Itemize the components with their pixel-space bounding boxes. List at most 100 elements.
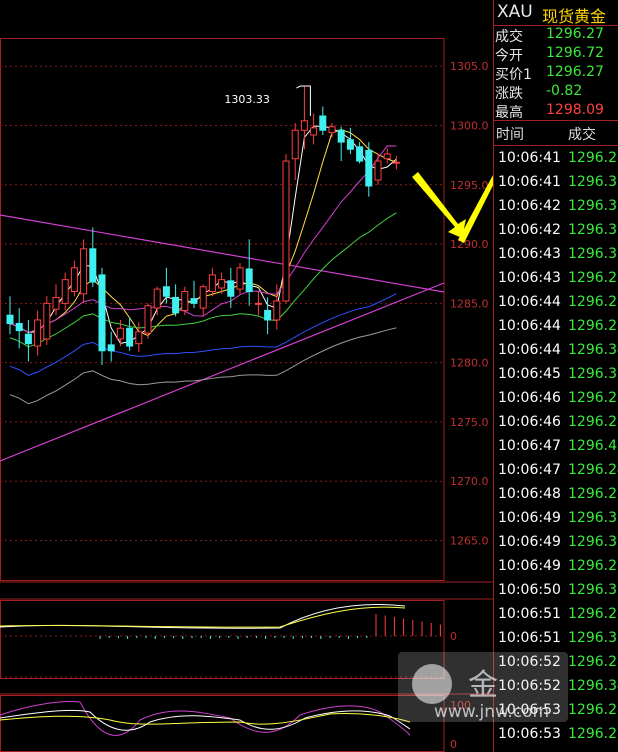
tick-time: 10:06:49 bbox=[498, 558, 561, 574]
tick-time: 10:06:47 bbox=[498, 438, 561, 454]
tick-price: 1296.28 bbox=[568, 294, 618, 310]
kdj-panel-frame bbox=[0, 695, 445, 752]
tick-row[interactable]: 10:06:42 1296.30 bbox=[494, 198, 618, 222]
tick-row[interactable]: 10:06:45 1296.31 bbox=[494, 366, 618, 390]
tick-row[interactable]: 10:06:49 1296.30 bbox=[494, 534, 618, 558]
quote-header: XAU 现货黄金 bbox=[494, 0, 618, 26]
tick-price: 1296.27 bbox=[568, 390, 618, 406]
candle-body bbox=[190, 298, 198, 304]
y-tick-label: 1295.0 bbox=[450, 179, 489, 192]
tick-row[interactable]: 10:06:51 1296.31 bbox=[494, 630, 618, 654]
tick-table-header: 时间 成交 bbox=[494, 120, 618, 146]
candle-body bbox=[98, 274, 106, 352]
y-tick-label: 1290.0 bbox=[450, 238, 489, 251]
quote-value: 1296.27 bbox=[546, 26, 604, 42]
tick-price: 1296.40 bbox=[568, 438, 618, 454]
candle-body bbox=[236, 267, 244, 290]
candle-body bbox=[181, 291, 189, 311]
y-tick-label: 1285.0 bbox=[450, 297, 489, 310]
tick-time: 10:06:49 bbox=[498, 534, 561, 550]
candle-body bbox=[346, 139, 354, 150]
quote-label: 最高 bbox=[495, 105, 523, 121]
instrument-name: 现货黄金 bbox=[542, 7, 607, 26]
tick-price: 1296.34 bbox=[568, 342, 618, 358]
tick-price: 1296.31 bbox=[568, 246, 618, 262]
tick-row[interactable]: 10:06:50 1296.31 bbox=[494, 582, 618, 606]
quote-row: 涨跌 -0.82 bbox=[494, 83, 618, 102]
tick-price: 1296.34 bbox=[568, 678, 618, 694]
tick-row[interactable]: 10:06:51 1296.27 bbox=[494, 606, 618, 630]
candle-body bbox=[356, 146, 364, 162]
candle-body bbox=[199, 286, 207, 309]
tick-row[interactable]: 10:06:43 1296.31 bbox=[494, 246, 618, 270]
tick-row[interactable]: 10:06:43 1296.28 bbox=[494, 270, 618, 294]
watermark-text: 金 bbox=[468, 668, 498, 703]
tick-time: 10:06:46 bbox=[498, 414, 561, 430]
candle-body bbox=[80, 248, 88, 295]
tick-row[interactable]: 10:06:44 1296.28 bbox=[494, 294, 618, 318]
candle-body bbox=[172, 296, 180, 314]
tick-row[interactable]: 10:06:47 1296.24 bbox=[494, 462, 618, 486]
candle-body bbox=[310, 127, 318, 136]
quote-panel: XAU 现货黄金 成交 1296.27 今开 1296.72 买价1 1296.27 涨跌 -… bbox=[493, 0, 618, 752]
tick-row[interactable]: 10:06:41 1296.31 bbox=[494, 174, 618, 198]
tick-time: 10:06:47 bbox=[498, 462, 561, 478]
candle-body bbox=[135, 331, 143, 345]
candle-body bbox=[291, 129, 299, 160]
candle-body bbox=[374, 160, 382, 181]
candle-body bbox=[116, 327, 124, 340]
tick-row[interactable]: 10:06:46 1296.27 bbox=[494, 390, 618, 414]
tick-row[interactable]: 10:06:49 1296.31 bbox=[494, 510, 618, 534]
tick-price: 1296.28 bbox=[568, 414, 618, 430]
tick-row[interactable]: 10:06:44 1296.34 bbox=[494, 342, 618, 366]
kline-chart[interactable]: 1305.0 1300.0 1295.0 1290.0 1285.0 1280.0 1275… bbox=[0, 0, 493, 752]
tick-price: 1296.31 bbox=[568, 630, 618, 646]
y-tick-label: 1275.0 bbox=[450, 416, 489, 429]
tick-row[interactable]: 10:06:44 1296.26 bbox=[494, 318, 618, 342]
quote-row: 今开 1296.72 bbox=[494, 45, 618, 64]
tick-row[interactable]: 10:06:42 1296.30 bbox=[494, 222, 618, 246]
candle-body bbox=[282, 160, 290, 302]
quote-row: 买价1 1296.27 bbox=[494, 64, 618, 83]
tick-price: 1296.27 bbox=[568, 606, 618, 622]
tick-row[interactable]: 10:06:49 1296.28 bbox=[494, 558, 618, 582]
tick-row[interactable]: 10:06:41 1296.29 bbox=[494, 150, 618, 174]
tick-row[interactable]: 10:06:46 1296.28 bbox=[494, 414, 618, 438]
tick-time: 10:06:44 bbox=[498, 342, 561, 358]
macd-panel-frame bbox=[0, 600, 445, 679]
watermark-seal-icon bbox=[412, 664, 452, 704]
quote-value: 1296.27 bbox=[546, 64, 604, 80]
candle-body bbox=[126, 327, 134, 347]
tick-time: 10:06:43 bbox=[498, 270, 561, 286]
candle-body bbox=[153, 288, 161, 309]
tick-row[interactable]: 10:06:48 1296.28 bbox=[494, 486, 618, 510]
quote-row: 成交 1296.27 bbox=[494, 26, 618, 45]
quote-value: -0.82 bbox=[546, 83, 583, 99]
tick-price: 1296.28 bbox=[568, 654, 618, 670]
tick-price: 1296.30 bbox=[568, 534, 618, 550]
tick-time: 10:06:51 bbox=[498, 606, 561, 622]
candle-body bbox=[264, 309, 272, 321]
tick-row[interactable]: 10:06:47 1296.40 bbox=[494, 438, 618, 462]
quote-value: 1296.72 bbox=[546, 45, 604, 61]
candle-body bbox=[34, 319, 42, 347]
tick-time: 10:06:41 bbox=[498, 150, 561, 166]
candle-body bbox=[300, 120, 308, 131]
tick-row[interactable]: 10:06:53 1296.28 bbox=[494, 726, 618, 750]
quote-label: 买价1 bbox=[495, 67, 532, 83]
macd-dea-line bbox=[0, 606, 406, 628]
watermark-logo: 金 www.jnw.com bbox=[398, 652, 568, 722]
high-annotation: 1303.33 bbox=[224, 93, 270, 106]
tick-time: 10:06:53 bbox=[498, 726, 561, 742]
candle-body bbox=[43, 302, 51, 340]
tick-time: 10:06:44 bbox=[498, 318, 561, 334]
candle-body bbox=[227, 280, 235, 297]
kdj-d-line bbox=[0, 712, 411, 725]
y-tick-label: 1265.0 bbox=[450, 535, 489, 548]
tick-price: 1296.30 bbox=[568, 198, 618, 214]
tick-time: 10:06:44 bbox=[498, 294, 561, 310]
tick-price: 1296.26 bbox=[568, 318, 618, 334]
candle-body bbox=[273, 300, 281, 321]
candle-body bbox=[144, 305, 152, 334]
candle-body bbox=[383, 153, 391, 160]
